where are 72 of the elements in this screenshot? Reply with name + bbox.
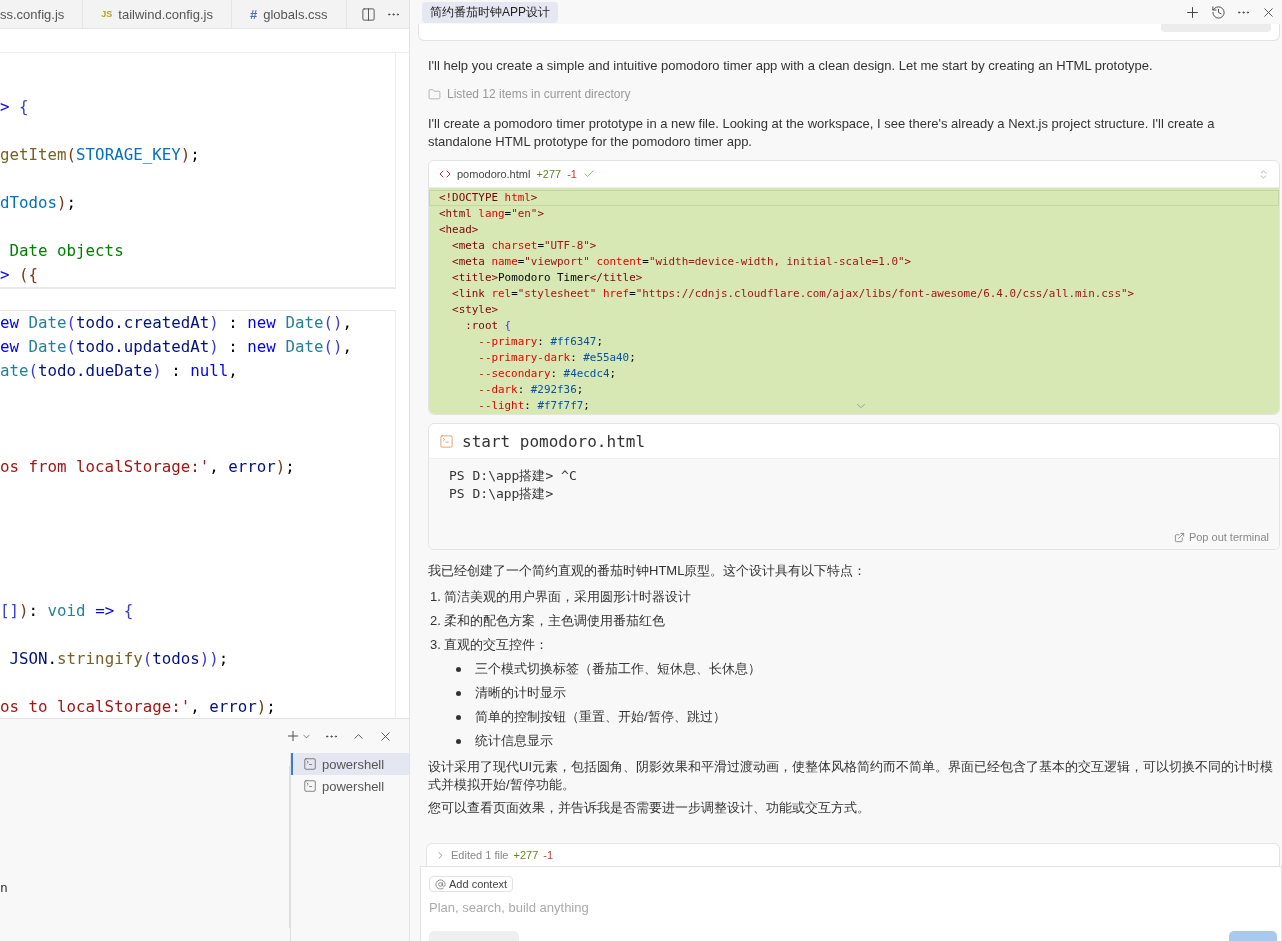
file-name[interactable]: pomodoro.html bbox=[457, 168, 531, 180]
bullet-icon bbox=[456, 666, 461, 672]
terminal-command: start pomodoro.html bbox=[462, 431, 646, 451]
code-line: --light: #f7f7f7; bbox=[477, 398, 590, 414]
assistant-message: 设计采用了现代UI元素，包括圆角、阴影效果和平滑过渡动画，使整体风格简约而不简单。界面已经包含了基本的交互逻辑，可以切换不同的计时模式并模拟开始/暂停功能。 bbox=[428, 758, 1274, 794]
code-line: <head> bbox=[438, 222, 479, 238]
file-type-icon: JS bbox=[101, 9, 113, 19]
code-line: --primary-dark: #e55a40; bbox=[477, 350, 636, 366]
terminal-icon bbox=[303, 779, 317, 793]
code-line: Date objects bbox=[8, 240, 125, 262]
terminal-session[interactable]: powershell bbox=[291, 775, 409, 797]
code-line: <meta charset="UTF-8"> bbox=[451, 238, 597, 254]
editor-tab[interactable]: ss.config.js bbox=[0, 0, 84, 28]
list-item: 三个模式切换标签（番茄工作、短休息、长休息） bbox=[475, 660, 761, 678]
code-line: <link rel="stylesheet" href="https://cdnjs.cloudflare.com/ajax/libs/font-awesome/6.4.0/css/all.min.css"> bbox=[451, 286, 1135, 302]
editor-tab[interactable]: # globals.css bbox=[232, 0, 347, 28]
terminal-icon bbox=[303, 757, 317, 771]
code-line: <html lang="en"> bbox=[438, 206, 544, 222]
code-line: getItem(STORAGE_KEY); bbox=[0, 144, 201, 166]
assistant-message: 我已经创建了一个简约直观的番茄时钟HTML原型。这个设计具有以下特点： bbox=[428, 562, 868, 580]
terminal-session[interactable]: powershell bbox=[291, 753, 409, 775]
code-line: JSON.stringify(todos)); bbox=[8, 648, 230, 670]
bullet-icon bbox=[456, 714, 461, 720]
add-context-button[interactable]: Add context bbox=[429, 876, 514, 892]
bullet-icon bbox=[456, 690, 461, 696]
list-item: 清晰的计时显示 bbox=[475, 684, 566, 702]
file-type-icon: # bbox=[250, 6, 258, 22]
assistant-message: 您可以查看页面效果，并告诉我是否需要进一步调整设计、功能或交互方式。 bbox=[428, 799, 871, 817]
code-line: --secondary: #4ecdc4; bbox=[477, 366, 617, 382]
edited-files-bar[interactable]: Edited 1 file +277 -1 bbox=[426, 843, 1280, 866]
code-line: ate(todo.dueDate) : null, bbox=[0, 360, 239, 382]
tool-status: Listed 12 items in current directory bbox=[447, 87, 631, 101]
code-line: > ({ bbox=[0, 264, 40, 286]
code-line: :root { bbox=[464, 318, 512, 334]
code-line: <!DOCTYPE html> bbox=[429, 190, 1279, 206]
code-file-icon bbox=[439, 168, 451, 180]
check-icon bbox=[582, 168, 595, 180]
code-line: --dark: #292f36; bbox=[477, 382, 584, 398]
terminal-text: PS D:\app搭建> bbox=[449, 485, 555, 503]
list-item: 2. 柔和的配色方案，主色调使用番茄红色 bbox=[429, 612, 667, 630]
list-item: 简单的控制按钮（重置、开始/暂停、跳过） bbox=[475, 708, 726, 726]
history-icon[interactable] bbox=[1211, 4, 1226, 20]
code-line: <style> bbox=[451, 302, 498, 318]
code-line: > { bbox=[0, 96, 30, 118]
bullet-icon bbox=[456, 738, 461, 744]
code-line: os to localStorage:', error); bbox=[0, 696, 277, 718]
editor-tab[interactable]: JS tailwind.config.js bbox=[83, 0, 232, 28]
assistant-message: I'll create a pomodoro timer prototype in a new file. Looking at the workspace, I see there's already a Next.js project structure. I'll create a standalone HTML prototype for the pomodoro timer app. bbox=[428, 115, 1216, 151]
external-link-icon bbox=[1173, 531, 1185, 543]
chat-input-field[interactable]: Plan, search, build anything bbox=[429, 900, 1273, 915]
code-line: []): void => { bbox=[0, 600, 135, 622]
at-sign-icon bbox=[435, 878, 446, 890]
list-item: 统计信息显示 bbox=[475, 732, 553, 750]
terminal-text: PS D:\app搭建> ^C bbox=[449, 467, 578, 485]
code-line: os from localStorage:', error); bbox=[0, 456, 296, 478]
code-line: --primary: #ff6347; bbox=[477, 334, 603, 350]
terminal-text: n bbox=[0, 880, 9, 895]
list-item: 3. 直观的交互控件： bbox=[429, 636, 550, 654]
code-line: <title>Pomodoro Timer</title> bbox=[451, 270, 643, 286]
split-editor-icon[interactable] bbox=[360, 6, 376, 22]
added-count: +277 bbox=[536, 168, 562, 180]
terminal-icon bbox=[439, 433, 454, 449]
code-line: dTodos); bbox=[0, 192, 78, 214]
removed-count: -1 bbox=[567, 168, 577, 180]
chat-title[interactable]: 简约番茄时钟APP设计 bbox=[422, 1, 558, 23]
pop-out-terminal-link[interactable]: Pop out terminal bbox=[1173, 531, 1269, 543]
assistant-message: I'll help you create a simple and intuitive pomodoro timer app with a clean design. Let me start by creating an HTML prototype. bbox=[428, 57, 1154, 75]
folder-icon bbox=[428, 87, 441, 101]
code-line: ew Date(todo.createdAt) : new Date(), bbox=[0, 312, 353, 334]
code-line: <meta name="viewport" content="width=device-width, initial-scale=1.0"> bbox=[451, 254, 912, 270]
list-item: 1. 简洁美观的用户界面，采用圆形计时器设计 bbox=[429, 588, 693, 606]
code-line: ew Date(todo.updatedAt) : new Date(), bbox=[0, 336, 353, 358]
